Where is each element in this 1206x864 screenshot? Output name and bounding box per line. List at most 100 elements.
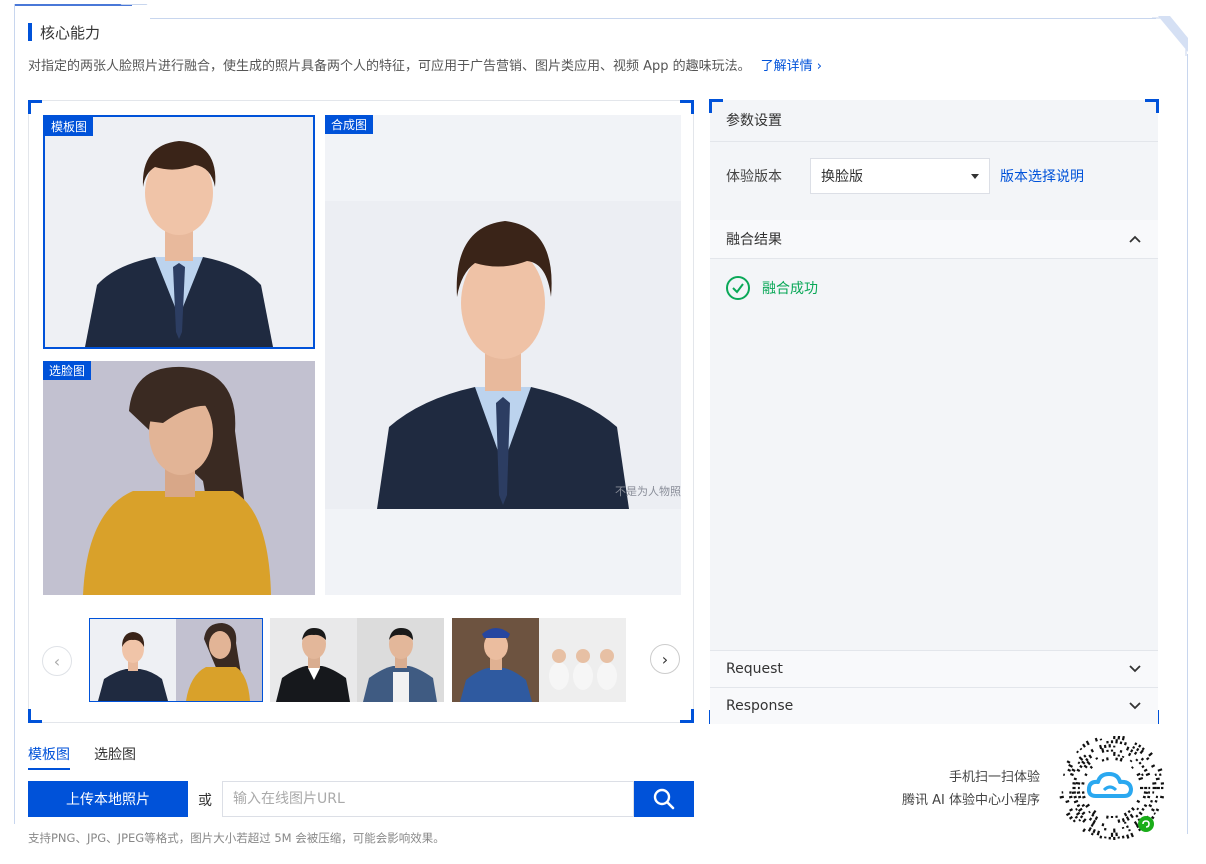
qr-dot — [1142, 795, 1147, 799]
qr-dot — [1150, 764, 1156, 768]
frame-left-edge — [14, 4, 15, 824]
qr-caption: 手机扫一扫体验 腾讯 AI 体验中心小程序 — [902, 766, 1040, 812]
qr-dot — [1081, 811, 1086, 816]
qr-dot — [1141, 807, 1145, 812]
params-header: 参数设置 — [710, 100, 1158, 142]
qr-dot — [1077, 807, 1083, 812]
qr-dot — [1068, 763, 1074, 768]
qr-dot — [1068, 815, 1074, 820]
qr-dot — [1145, 772, 1151, 777]
qr-dot — [1079, 764, 1083, 769]
thumbnail-pair-1[interactable] — [89, 618, 263, 702]
qr-dot — [1075, 781, 1081, 785]
qr-dot — [1129, 813, 1134, 819]
result-status: 融合成功 — [726, 276, 818, 300]
result-photo: 不是为人物照片 — [325, 115, 681, 595]
tab-face[interactable]: 选脸图 — [94, 744, 136, 770]
request-section-header[interactable]: Request — [710, 650, 1158, 687]
qr-dot — [1072, 819, 1076, 823]
corner-marker — [28, 709, 42, 723]
qr-dot — [1081, 803, 1086, 808]
version-help-link[interactable]: 版本选择说明 — [1000, 166, 1084, 186]
qr-dot — [1082, 795, 1086, 799]
qr-dot — [1154, 799, 1158, 803]
result-tag: 合成图 — [325, 115, 374, 134]
thumbnail-pair-3[interactable] — [452, 618, 626, 702]
qr-dot — [1130, 832, 1134, 838]
image-url-input[interactable] — [222, 781, 634, 817]
corner-marker — [709, 99, 723, 113]
qr-dot — [1090, 832, 1094, 836]
thumbnail-pair-2[interactable] — [270, 618, 444, 702]
qr-dot — [1126, 834, 1130, 839]
result-watermark: 不是为人物照片 — [615, 484, 681, 498]
carousel-prev-button[interactable]: ‹ — [42, 646, 72, 676]
result-image: 合成图 不是为人物照片 — [325, 115, 681, 595]
qr-dot — [1139, 749, 1144, 755]
qr-dot — [1083, 764, 1088, 769]
section-description: 对指定的两张人脸照片进行融合，使生成的照片具备两个人的特征，可应用于广告营销、图… — [28, 55, 822, 74]
qr-dot — [1092, 828, 1096, 834]
qr-dot — [1148, 804, 1153, 808]
params-panel: 参数设置 体验版本 换脸版 版本选择说明 融合结果 融合成功 Request R… — [709, 99, 1159, 724]
face-photo — [43, 361, 315, 595]
qr-dot — [1133, 820, 1139, 826]
qr-dot — [1140, 757, 1145, 761]
tab-template[interactable]: 模板图 — [28, 744, 70, 770]
qr-caption-line2: 腾讯 AI 体验中心小程序 — [902, 793, 1040, 808]
qr-dot — [1091, 813, 1095, 817]
response-section-header[interactable]: Response — [710, 687, 1158, 724]
qr-dot — [1073, 777, 1077, 781]
corner-marker — [28, 100, 42, 114]
qr-dot — [1147, 795, 1151, 799]
qr-dot — [1153, 812, 1156, 815]
qr-dot — [1127, 810, 1131, 814]
search-icon — [653, 788, 675, 810]
qr-dot — [1096, 830, 1101, 836]
corner-marker — [1145, 99, 1159, 113]
qr-dot — [1101, 758, 1105, 762]
chevron-down-icon — [1129, 665, 1141, 673]
qr-dot — [1155, 777, 1160, 781]
qr-dot — [1082, 818, 1087, 823]
qr-dot — [1134, 742, 1138, 746]
face-image[interactable]: 选脸图 — [43, 361, 315, 595]
upload-local-photo-button[interactable]: 上传本地照片 — [28, 781, 188, 817]
result-status-text: 融合成功 — [762, 281, 818, 297]
result-header-label: 融合结果 — [726, 232, 782, 248]
or-label: 或 — [198, 793, 212, 809]
learn-more-link[interactable]: 了解详情 › — [761, 59, 822, 74]
version-select[interactable]: 换脸版 — [810, 158, 990, 194]
check-circle-icon — [726, 276, 750, 300]
template-image[interactable]: 模板图 — [43, 115, 315, 349]
thumbnail-face — [357, 618, 444, 702]
qr-dot — [1090, 748, 1094, 753]
result-section-header[interactable]: 融合结果 — [710, 220, 1158, 259]
qr-dot — [1143, 803, 1148, 808]
qr-dot — [1150, 815, 1155, 820]
qr-dot — [1123, 812, 1128, 817]
qr-dot — [1085, 740, 1090, 746]
qr-dot — [1141, 765, 1145, 769]
qr-dot — [1117, 819, 1121, 823]
qr-dot — [1123, 821, 1127, 825]
qr-dot — [1083, 754, 1087, 758]
qr-dot — [1074, 815, 1079, 819]
corner-marker — [680, 709, 694, 723]
qr-dot — [1069, 772, 1074, 777]
qr-dot — [1069, 808, 1074, 812]
qr-dot — [1121, 835, 1125, 839]
version-row: 体验版本 换脸版 版本选择说明 — [726, 158, 1084, 194]
qr-dot — [1078, 756, 1084, 761]
qr-dot — [1079, 747, 1083, 751]
qr-dot — [1077, 761, 1081, 765]
qr-dot — [1145, 756, 1150, 761]
carousel-next-button[interactable]: › — [650, 644, 680, 674]
qr-dot — [1076, 750, 1079, 754]
template-photo — [45, 117, 313, 347]
frame-right-edge — [1187, 54, 1188, 834]
qr-dot — [1082, 828, 1086, 833]
search-button[interactable] — [634, 781, 694, 817]
qr-dot — [1075, 807, 1078, 811]
qr-dot — [1089, 765, 1093, 769]
